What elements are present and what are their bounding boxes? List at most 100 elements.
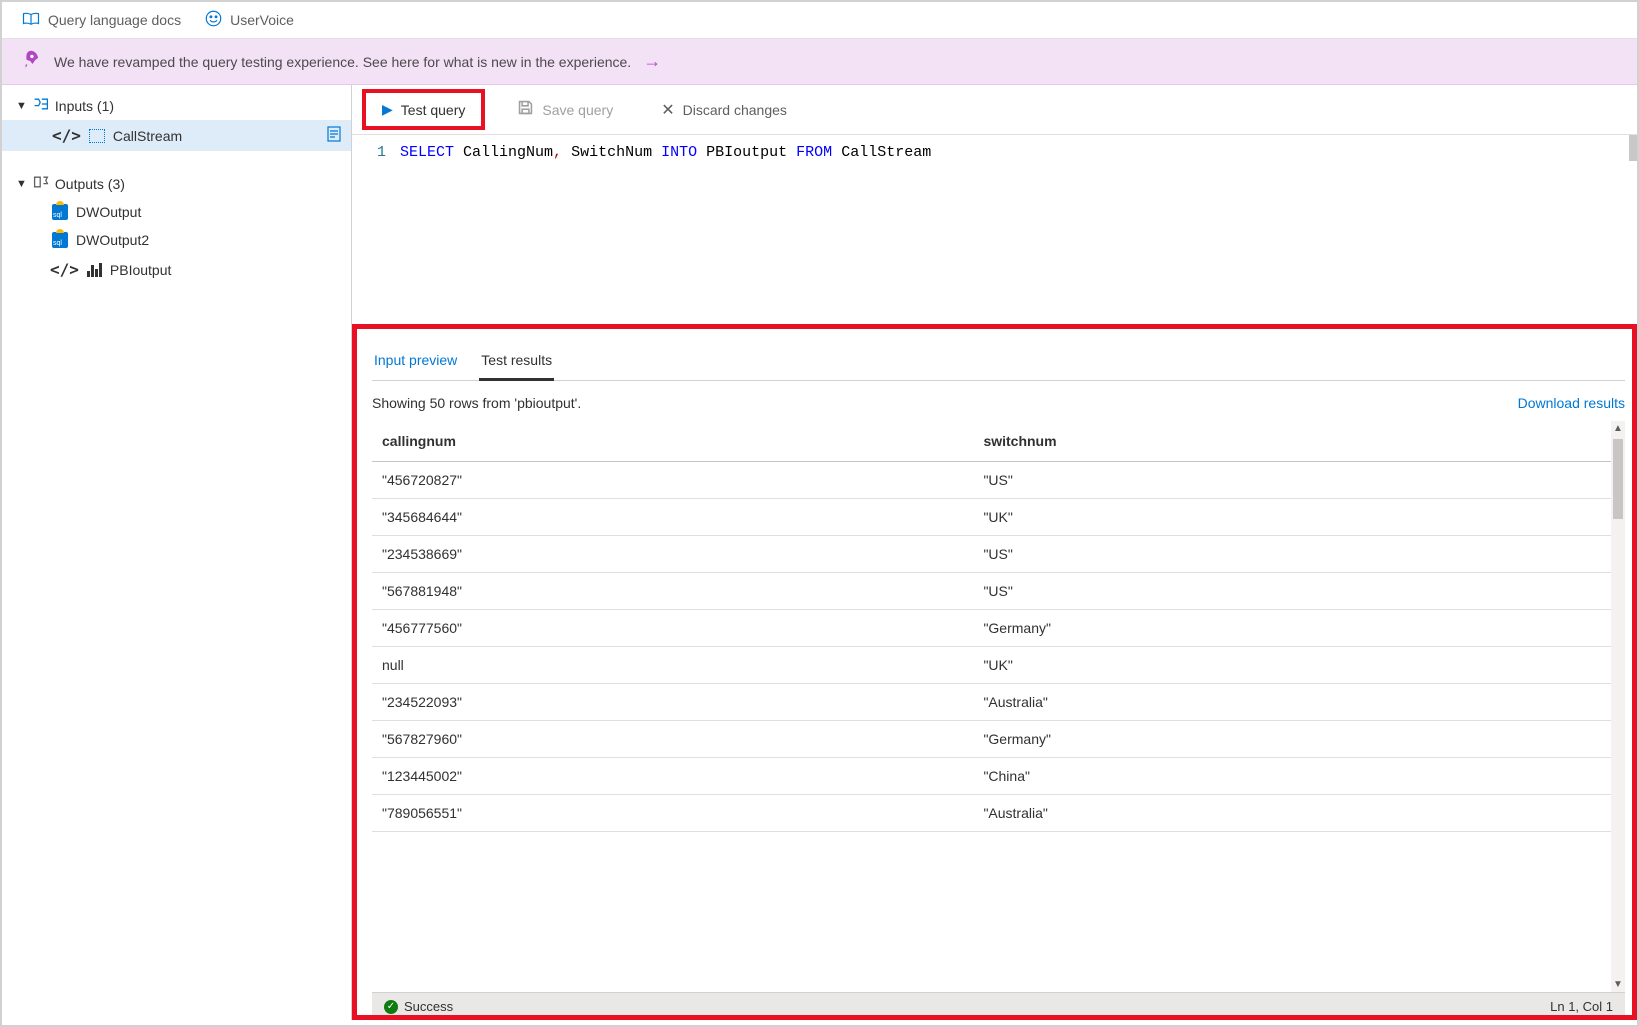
table-row[interactable]: "567881948""US" bbox=[372, 573, 1625, 610]
scroll-thumb[interactable] bbox=[1613, 439, 1623, 519]
scroll-up-icon[interactable]: ▲ bbox=[1611, 423, 1625, 434]
sidebar: ▼ Inputs (1) </> CallStream ▼ Outputs (3… bbox=[2, 85, 352, 1020]
output-dwoutput[interactable]: DWOutput bbox=[2, 198, 351, 226]
test-query-button[interactable]: ▶ Test query bbox=[366, 93, 481, 126]
save-query-label: Save query bbox=[542, 102, 613, 118]
query-editor[interactable]: 1 SELECT CallingNum, SwitchNum INTO PBIo… bbox=[352, 135, 1637, 330]
cell-callingnum: "567881948" bbox=[372, 573, 973, 610]
results-meta: Showing 50 rows from 'pbioutput'. Downlo… bbox=[372, 395, 1625, 411]
results-tabs: Input preview Test results bbox=[372, 346, 1625, 381]
table-row[interactable]: null"UK" bbox=[372, 647, 1625, 684]
output-label: DWOutput2 bbox=[76, 232, 149, 248]
sql-db-icon bbox=[52, 204, 68, 220]
book-icon bbox=[22, 11, 40, 30]
outputs-label: Outputs (3) bbox=[55, 176, 125, 192]
table-row[interactable]: "234538669""US" bbox=[372, 536, 1625, 573]
smiley-icon bbox=[205, 10, 222, 30]
results-wrapper: Input preview Test results Showing 50 ro… bbox=[352, 330, 1637, 1020]
col-callingnum[interactable]: callingnum bbox=[372, 421, 973, 462]
query-toolbar: ▶ Test query Save query ✕ Discard change… bbox=[352, 85, 1637, 135]
save-query-button[interactable]: Save query bbox=[501, 91, 629, 129]
sql-db-icon bbox=[52, 232, 68, 248]
cell-callingnum: "345684644" bbox=[372, 499, 973, 536]
output-label: DWOutput bbox=[76, 204, 141, 220]
query-language-docs-link[interactable]: Query language docs bbox=[22, 11, 181, 30]
announcement-banner: We have revamped the query testing exper… bbox=[2, 39, 1637, 85]
uservoice-link-label: UserVoice bbox=[230, 12, 294, 28]
cell-callingnum: "123445002" bbox=[372, 758, 973, 795]
rocket-icon bbox=[20, 47, 44, 75]
cell-switchnum: "Australia" bbox=[973, 684, 1625, 721]
table-row[interactable]: "123445002""China" bbox=[372, 758, 1625, 795]
input-callstream[interactable]: </> CallStream bbox=[2, 120, 351, 151]
editor-code[interactable]: SELECT CallingNum, SwitchNum INTO PBIout… bbox=[400, 135, 931, 330]
docs-link-label: Query language docs bbox=[48, 12, 181, 28]
editor-scrollbar[interactable] bbox=[1629, 135, 1637, 161]
cell-callingnum: null bbox=[372, 647, 973, 684]
table-row[interactable]: "789056551""Australia" bbox=[372, 795, 1625, 832]
bar-chart-icon bbox=[87, 263, 102, 277]
close-icon: ✕ bbox=[661, 100, 674, 120]
inputs-header[interactable]: ▼ Inputs (1) bbox=[2, 91, 351, 120]
play-icon: ▶ bbox=[382, 101, 393, 118]
uservoice-link[interactable]: UserVoice bbox=[205, 10, 294, 30]
results-summary: Showing 50 rows from 'pbioutput'. bbox=[372, 395, 581, 411]
code-icon: </> bbox=[50, 260, 79, 279]
inputs-label: Inputs (1) bbox=[55, 98, 114, 114]
scroll-down-icon[interactable]: ▼ bbox=[1611, 979, 1625, 990]
results-table-container: callingnum switchnum "456720827""US""345… bbox=[372, 421, 1625, 992]
status-bar: ✓ Success Ln 1, Col 1 bbox=[372, 992, 1625, 1020]
table-row[interactable]: "345684644""UK" bbox=[372, 499, 1625, 536]
cell-callingnum: "567827960" bbox=[372, 721, 973, 758]
cell-switchnum: "Germany" bbox=[973, 721, 1625, 758]
table-row[interactable]: "456720827""US" bbox=[372, 462, 1625, 499]
save-icon bbox=[517, 99, 534, 121]
editor-gutter: 1 bbox=[352, 135, 400, 330]
cursor-position: Ln 1, Col 1 bbox=[1550, 999, 1613, 1014]
output-dwoutput2[interactable]: DWOutput2 bbox=[2, 226, 351, 254]
test-query-label: Test query bbox=[401, 102, 466, 118]
cell-switchnum: "US" bbox=[973, 462, 1625, 499]
table-row[interactable]: "234522093""Australia" bbox=[372, 684, 1625, 721]
cell-switchnum: "US" bbox=[973, 573, 1625, 610]
download-results-link[interactable]: Download results bbox=[1518, 395, 1625, 411]
table-row[interactable]: "456777560""Germany" bbox=[372, 610, 1625, 647]
stream-icon bbox=[89, 129, 105, 143]
arrow-right-icon[interactable]: → bbox=[643, 51, 661, 72]
cell-callingnum: "234538669" bbox=[372, 536, 973, 573]
inputs-icon bbox=[33, 97, 49, 114]
cell-switchnum: "UK" bbox=[973, 647, 1625, 684]
discard-label: Discard changes bbox=[683, 102, 787, 118]
top-links-bar: Query language docs UserVoice bbox=[2, 2, 1637, 39]
output-pbioutput[interactable]: </> PBIoutput bbox=[2, 254, 351, 285]
cell-callingnum: "456777560" bbox=[372, 610, 973, 647]
tab-input-preview[interactable]: Input preview bbox=[372, 346, 459, 380]
content-area: ▶ Test query Save query ✕ Discard change… bbox=[352, 85, 1637, 1020]
caret-down-icon[interactable]: ▼ bbox=[16, 100, 27, 112]
cell-callingnum: "789056551" bbox=[372, 795, 973, 832]
highlight-annotation: ▶ Test query bbox=[362, 89, 485, 130]
outputs-header[interactable]: ▼ Outputs (3) bbox=[2, 169, 351, 198]
col-switchnum[interactable]: switchnum bbox=[973, 421, 1625, 462]
table-row[interactable]: "567827960""Germany" bbox=[372, 721, 1625, 758]
caret-down-icon[interactable]: ▼ bbox=[16, 178, 27, 190]
cell-switchnum: "Australia" bbox=[973, 795, 1625, 832]
table-header-row: callingnum switchnum bbox=[372, 421, 1625, 462]
results-scrollbar[interactable]: ▲ ▼ bbox=[1611, 421, 1625, 992]
results-panel: Input preview Test results Showing 50 ro… bbox=[352, 330, 1637, 1020]
cell-switchnum: "Germany" bbox=[973, 610, 1625, 647]
outputs-icon bbox=[33, 175, 49, 192]
banner-text: We have revamped the query testing exper… bbox=[54, 54, 631, 70]
success-icon: ✓ bbox=[384, 1000, 398, 1014]
cell-callingnum: "456720827" bbox=[372, 462, 973, 499]
line-number: 1 bbox=[377, 144, 386, 161]
code-icon: </> bbox=[52, 126, 81, 145]
cell-switchnum: "UK" bbox=[973, 499, 1625, 536]
tab-test-results[interactable]: Test results bbox=[479, 346, 554, 380]
cell-callingnum: "234522093" bbox=[372, 684, 973, 721]
results-table: callingnum switchnum "456720827""US""345… bbox=[372, 421, 1625, 832]
discard-changes-button[interactable]: ✕ Discard changes bbox=[645, 92, 803, 128]
cell-switchnum: "China" bbox=[973, 758, 1625, 795]
output-label: PBIoutput bbox=[110, 262, 172, 278]
main-container: ▼ Inputs (1) </> CallStream ▼ Outputs (3… bbox=[2, 85, 1637, 1020]
